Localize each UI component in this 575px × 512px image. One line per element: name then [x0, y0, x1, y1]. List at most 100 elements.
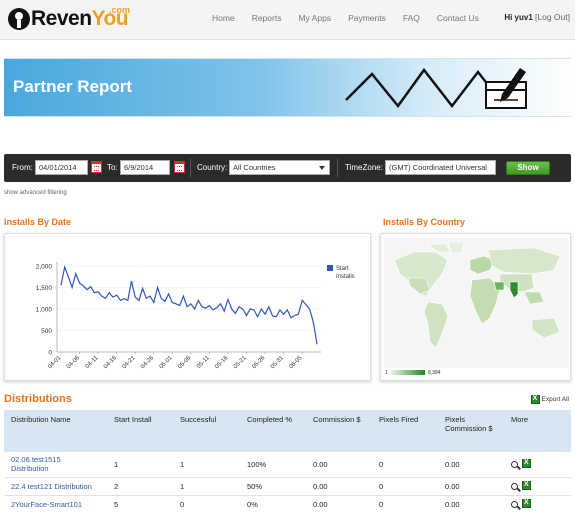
x-tick-label: 04-21: [122, 355, 138, 371]
to-label: To:: [107, 163, 118, 172]
excel-icon[interactable]: [522, 498, 531, 508]
pixels-fired-cell: 0: [372, 477, 438, 496]
page-title: Partner Report: [13, 77, 133, 96]
y-tick-label: 1,000: [36, 307, 53, 314]
nav-home[interactable]: Home: [212, 13, 235, 23]
commission-cell: 0.00: [306, 477, 372, 496]
col-distribution-name[interactable]: Distribution Name: [4, 410, 107, 452]
x-tick-label: 05-26: [251, 355, 267, 371]
legend-swatch: [327, 265, 333, 271]
nav-contact-us[interactable]: Contact Us: [437, 13, 479, 23]
nav-faq[interactable]: FAQ: [403, 13, 420, 23]
x-tick-label: 04-11: [85, 355, 100, 370]
logout-link[interactable]: [Log Out]: [535, 12, 570, 22]
col-pixels-fired[interactable]: Pixels Fired: [372, 410, 438, 452]
from-calendar-icon[interactable]: [91, 161, 102, 173]
y-tick-label: 500: [41, 328, 52, 335]
x-tick-label: 05-16: [214, 355, 230, 371]
excel-icon: [530, 395, 540, 404]
pixels-fired-cell: 0: [372, 452, 438, 478]
filter-bar: From: 04/01/2014 To: 6/9/2014 Country: A…: [4, 154, 571, 182]
col-commission[interactable]: Commission $: [306, 410, 372, 452]
logo-icon: [8, 8, 30, 30]
user-greeting: Hi yuv1: [504, 13, 533, 22]
table-header-row: Distribution Name Start Install Successf…: [4, 410, 571, 452]
distribution-name-link[interactable]: 22.4 test121 Distribution: [4, 477, 107, 496]
x-tick-label: 05-21: [233, 355, 249, 371]
from-label: From:: [12, 163, 33, 172]
completed-cell: 50%: [240, 477, 306, 496]
start-install-cell: 2: [107, 477, 173, 496]
pixels-fired-cell: 0: [372, 495, 438, 512]
x-tick-label: 04-16: [103, 355, 119, 371]
commission-cell: 0.00: [306, 452, 372, 478]
nav-my-apps[interactable]: My Apps: [298, 13, 331, 23]
distributions-title: Distributions: [4, 393, 72, 405]
brand-logo[interactable]: RevenYou .com: [8, 5, 131, 32]
distributions-table: Distribution Name Start Install Successf…: [4, 410, 571, 512]
pixels-commission-cell: 0.00: [438, 477, 504, 496]
user-area: Hi yuv1 [Log Out]: [504, 12, 570, 22]
y-tick-label: 1,500: [36, 285, 53, 292]
map-legend-max: 8,384: [428, 370, 441, 376]
col-pixels-commission[interactable]: Pixels Commission $: [438, 410, 504, 452]
legend-label: Installs: [336, 274, 355, 280]
excel-icon[interactable]: [522, 480, 531, 490]
excel-icon[interactable]: [522, 458, 531, 468]
timezone-label: TimeZone:: [345, 163, 383, 172]
country-select[interactable]: All Countries: [229, 160, 330, 175]
col-more: More: [504, 410, 571, 452]
to-calendar-icon[interactable]: [174, 161, 185, 173]
chevron-down-icon: [319, 166, 325, 170]
y-tick-label: 2,000: [36, 264, 53, 271]
country-label: Country:: [197, 163, 228, 172]
search-icon[interactable]: [511, 500, 518, 508]
to-date-input[interactable]: 6/9/2014: [120, 160, 170, 175]
installs-by-date-panel: 2,000 1,500 1,000 500 0 04-01 04-06 04-11 04-16 0…: [4, 233, 371, 381]
search-icon[interactable]: [511, 482, 518, 490]
x-tick-label: 04-01: [47, 355, 63, 371]
advanced-filtering-link[interactable]: show advanced filtering: [4, 190, 67, 196]
col-completed[interactable]: Completed %: [240, 410, 306, 452]
installs-by-country-panel: 1 8,384: [380, 233, 571, 381]
show-button[interactable]: Show: [506, 161, 550, 175]
x-tick-label: 05-31: [270, 355, 286, 371]
nav-payments[interactable]: Payments: [348, 13, 386, 23]
map-legend-min: 1: [385, 370, 388, 376]
logo-suffix: .com: [109, 5, 131, 15]
from-date-input[interactable]: 04/01/2014: [35, 160, 88, 175]
world-map[interactable]: [384, 238, 568, 368]
commission-cell: 0.00: [306, 495, 372, 512]
installs-by-country-title: Installs By Country: [383, 217, 466, 227]
start-install-cell: 5: [107, 495, 173, 512]
top-bar: RevenYou .com Home Reports My Apps Payme…: [0, 0, 575, 40]
chart-pen-icon: [345, 67, 527, 109]
timezone-input[interactable]: (GMT) Coordinated Universal: [385, 160, 496, 175]
search-icon[interactable]: [511, 460, 518, 468]
more-cell: [504, 452, 571, 478]
export-all-button[interactable]: Export All: [530, 395, 569, 404]
distribution-name-link[interactable]: 02.06.test1515 Distribution: [4, 452, 107, 478]
separator: [337, 159, 338, 177]
successful-cell: 1: [173, 477, 240, 496]
world-map-svg: [393, 241, 561, 349]
y-tick-label: 0: [48, 350, 52, 357]
separator: [190, 159, 191, 177]
main-nav: Home Reports My Apps Payments FAQ Contac…: [212, 13, 496, 23]
x-tick-label: 05-06: [177, 355, 193, 371]
country-select-value: All Countries: [233, 163, 276, 172]
distribution-name-link[interactable]: 2YourFace-Smart101: [4, 495, 107, 512]
col-successful[interactable]: Successful: [173, 410, 240, 452]
col-start-install[interactable]: Start Install: [107, 410, 173, 452]
nav-reports[interactable]: Reports: [252, 13, 282, 23]
successful-cell: 1: [173, 452, 240, 478]
more-cell: [504, 495, 571, 512]
legend-label: Start: [336, 266, 349, 272]
table-row: 2YourFace-Smart101 5 0 0% 0.00 0 0.00: [4, 495, 571, 512]
installs-line-chart: 2,0001,5001,000500004-01 04-06 04-11 04-16 0…: [36, 262, 355, 371]
completed-cell: 0%: [240, 495, 306, 512]
more-cell: [504, 477, 571, 496]
x-tick-label: 04-06: [66, 355, 82, 371]
x-tick-label: 05-11: [196, 355, 211, 370]
table-row: 22.4 test121 Distribution 2 1 50% 0.00 0…: [4, 477, 571, 496]
